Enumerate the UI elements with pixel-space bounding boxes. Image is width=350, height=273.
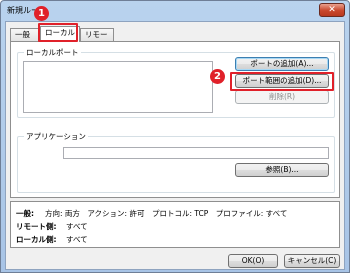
title-bar[interactable]: 新規ルール ✕: [1, 1, 349, 21]
summary-remote-row: リモート側: すべて: [16, 221, 88, 232]
new-rule-dialog: 新規ルール ✕ 一般 ローカル リモート 1 ローカルポート ポートの追加(A)…: [0, 0, 350, 273]
close-icon: ✕: [328, 5, 336, 15]
summary-local-label: ローカル側:: [16, 235, 57, 244]
summary-local-row: ローカル側: すべて: [16, 234, 88, 245]
tab-remote[interactable]: リモート: [80, 28, 114, 51]
add-port-button[interactable]: ポートの追加(A)...: [235, 57, 329, 71]
browse-button[interactable]: 参照(B)...: [235, 163, 329, 177]
add-port-range-highlight-box: [230, 72, 334, 91]
summary-local-value: すべて: [66, 235, 88, 244]
summary-remote-value: すべて: [66, 222, 88, 231]
tab-highlight-box: [38, 23, 78, 42]
application-group-label: アプリケーション: [24, 131, 88, 142]
application-group: アプリケーション 参照(B)...: [17, 131, 335, 193]
summary-general-value: 方向: 両方 アクション: 許可 プロトコル: TCP プロファイル: すべて: [45, 209, 288, 218]
application-path-input[interactable]: [63, 147, 329, 159]
step-badge-1: 1: [34, 6, 49, 21]
step-badge-2: 2: [210, 69, 225, 84]
summary-general-row: 一般: 方向: 両方 アクション: 許可 プロトコル: TCP プロファイル: す…: [16, 208, 287, 219]
rule-summary: 一般: 方向: 両方 アクション: 許可 プロトコル: TCP プロファイル: す…: [10, 201, 340, 248]
local-port-group-label: ローカルポート: [24, 47, 81, 58]
local-port-list[interactable]: [23, 61, 213, 113]
local-tab-page: ローカルポート ポートの追加(A)... ポート範囲の追加(D)... 削除(R…: [10, 41, 340, 198]
delete-port-button[interactable]: 削除(R): [235, 90, 329, 104]
dialog-client-area: 一般 ローカル リモート 1 ローカルポート ポートの追加(A)... ポート範…: [5, 6, 345, 270]
cancel-button[interactable]: キャンセル(C): [284, 254, 340, 268]
summary-remote-label: リモート側:: [16, 222, 57, 231]
tab-general[interactable]: 一般: [10, 28, 40, 41]
ok-button[interactable]: OK(O): [228, 254, 278, 268]
close-button[interactable]: ✕: [319, 3, 345, 17]
summary-general-label: 一般:: [16, 209, 34, 218]
